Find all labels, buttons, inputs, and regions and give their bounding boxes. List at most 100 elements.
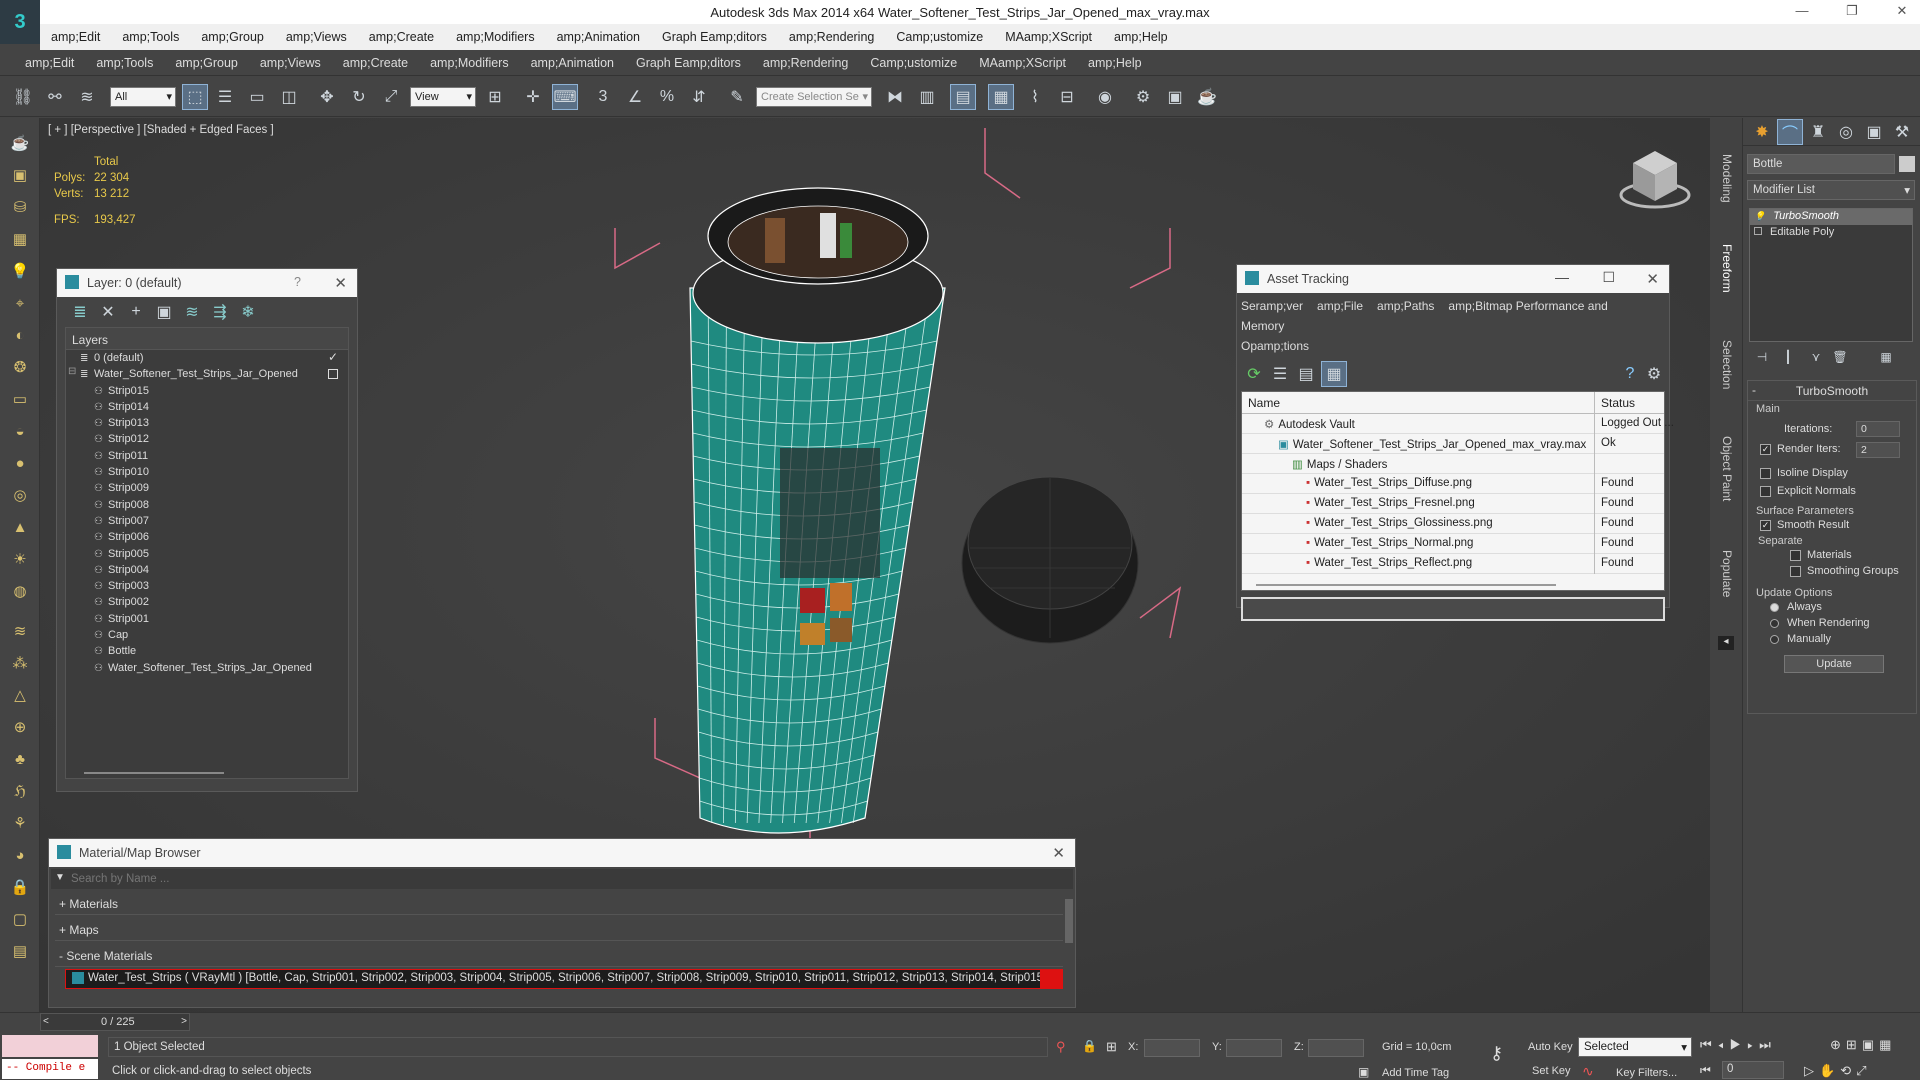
torus-icon[interactable]: ◎ xyxy=(7,482,33,508)
spacewarp-icon[interactable]: ❂ xyxy=(7,354,33,380)
next-frame-icon[interactable]: ▸ xyxy=(1747,1037,1759,1052)
lock-selection-icon[interactable]: 🔒 xyxy=(1082,1039,1097,1053)
add-selected-icon[interactable]: ▣ xyxy=(151,299,177,325)
menu1-item[interactable]: amp;Modifiers xyxy=(445,30,546,44)
object-name-field[interactable]: Bottle xyxy=(1747,154,1895,174)
menu1-item[interactable]: amp;Edit xyxy=(40,30,111,44)
maxscript-listener-mini[interactable] xyxy=(2,1035,98,1057)
select-object-icon[interactable]: ⬚ xyxy=(182,84,208,110)
asset-row[interactable]: ▪ Water_Test_Strips_Reflect.png Found xyxy=(1242,554,1664,574)
pan-icon[interactable]: ✋ xyxy=(1819,1063,1840,1078)
close-icon[interactable]: ✕ xyxy=(1052,844,1065,862)
key-mode-icon[interactable]: ∿ xyxy=(1582,1063,1594,1080)
close-icon[interactable]: ✕ xyxy=(1646,270,1659,288)
selection-filter-dropdown[interactable]: All xyxy=(110,87,176,107)
material-editor-icon[interactable]: ◉ xyxy=(1092,84,1118,110)
render-icon[interactable]: ☕ xyxy=(1194,84,1220,110)
lock-icon[interactable]: 🔒 xyxy=(7,874,33,900)
layer-row[interactable]: ≣ 0 (default) ✓ xyxy=(66,350,348,366)
window-crossing-icon[interactable]: ◫ xyxy=(276,84,302,110)
particles-icon[interactable]: ⁂ xyxy=(7,650,33,676)
viewport-label[interactable]: [ + ] [Perspective ] [Shaded + Edged Fac… xyxy=(48,124,274,136)
curve-editor-icon[interactable]: ⌇ xyxy=(1022,84,1048,110)
time-tag-icon[interactable]: ▣ xyxy=(1358,1065,1369,1079)
asset-path-field[interactable] xyxy=(1241,597,1665,621)
menu2-item[interactable]: amp;Modifiers xyxy=(419,56,520,70)
delete-icon[interactable]: ✕ xyxy=(95,299,121,325)
always-radio[interactable]: Always xyxy=(1770,601,1822,613)
list-view-icon[interactable]: ☰ xyxy=(1267,361,1293,387)
hair-fur-icon[interactable]: ℌ xyxy=(7,778,33,804)
maximize-icon[interactable]: ☐ xyxy=(1602,269,1615,286)
set-key-button[interactable]: Set Key xyxy=(1532,1065,1571,1077)
set-current-checkbox[interactable] xyxy=(328,369,338,380)
menu2-item[interactable]: amp;Help xyxy=(1077,56,1153,70)
menu1-item[interactable]: Camp;ustomize xyxy=(885,30,994,44)
menu1-item[interactable]: amp;Animation xyxy=(546,30,651,44)
asset-row[interactable]: ⚙ Autodesk Vault Logged Out ... xyxy=(1242,414,1674,434)
layer-row[interactable]: ⚇ Strip005 xyxy=(66,546,348,562)
box-icon[interactable]: ▣ xyxy=(7,162,33,188)
globe-icon[interactable]: ⊕ xyxy=(7,714,33,740)
absolute-mode-icon[interactable]: ⊞ xyxy=(1106,1039,1117,1055)
collapse-icon[interactable]: ⊟ xyxy=(68,366,76,377)
zoom-extents-icon[interactable]: ▣ xyxy=(1862,1037,1879,1052)
layer-row[interactable]: ⚇ Strip008 xyxy=(66,497,348,513)
grid-icon[interactable]: ▦ xyxy=(7,226,33,252)
menu1-item[interactable]: amp;Help xyxy=(1103,30,1179,44)
layer-row[interactable]: ⚇ Strip011 xyxy=(66,448,348,464)
select-layer-icon[interactable]: ≋ xyxy=(179,299,205,325)
percent-snap-icon[interactable]: % xyxy=(654,84,680,110)
spinner-snap-icon[interactable]: ⇵ xyxy=(686,84,712,110)
scale-icon[interactable]: ⤢ xyxy=(378,84,404,110)
minimize-icon[interactable]: — xyxy=(1555,269,1569,285)
select-manipulate-icon[interactable]: ✛ xyxy=(520,84,546,110)
y-coordinate-field[interactable] xyxy=(1226,1039,1282,1057)
isoline-display-checkbox[interactable]: Isoline Display xyxy=(1760,467,1848,479)
tab-populate[interactable]: Populate xyxy=(1720,550,1734,597)
layer-row[interactable]: ≣ Water_Softener_Test_Strips_Jar_Opened ⊟ xyxy=(66,366,348,382)
layer-row[interactable]: ⚇ Strip004 xyxy=(66,562,348,578)
plane-icon[interactable]: ▭ xyxy=(7,386,33,412)
prev-frame-icon[interactable]: < xyxy=(43,1016,49,1027)
pivot-center-icon[interactable]: ⊞ xyxy=(482,84,508,110)
asset-menu-item[interactable]: amp;File xyxy=(1317,299,1363,313)
menu1-item[interactable]: MAamp;XScript xyxy=(994,30,1103,44)
asset-tracking-titlebar[interactable]: Asset Tracking — ☐ ✕ xyxy=(1237,265,1669,293)
layer-row[interactable]: ⚇ Strip003 xyxy=(66,578,348,594)
help-icon[interactable]: ? xyxy=(294,275,301,289)
time-slider[interactable]: < 0 / 225 > xyxy=(40,1013,190,1031)
pin-stack-icon[interactable]: ⊣ xyxy=(1749,344,1775,370)
layer-row[interactable]: ⚇ Bottle xyxy=(66,643,348,659)
utilities-tab-icon[interactable]: ⚒ xyxy=(1889,119,1915,145)
named-selection-sets-dropdown[interactable]: Create Selection Se xyxy=(756,87,872,107)
mirror-icon[interactable]: ⧓ xyxy=(882,84,908,110)
manually-radio[interactable]: Manually xyxy=(1770,633,1831,645)
angle-snap-icon[interactable]: ∠ xyxy=(622,84,648,110)
column-name[interactable]: Name xyxy=(1248,396,1280,410)
play-icon[interactable]: ▶ xyxy=(1730,1037,1748,1052)
layer-row[interactable]: ⚇ Strip012 xyxy=(66,431,348,447)
zoom-extents-all-icon[interactable]: ▦ xyxy=(1879,1037,1896,1052)
unlink-icon[interactable]: ⚯ xyxy=(42,84,68,110)
display-tab-icon[interactable]: ▣ xyxy=(1861,119,1887,145)
asset-row[interactable]: ▣ Water_Softener_Test_Strips_Jar_Opened_m… xyxy=(1242,434,1664,454)
smoothing-groups-checkbox[interactable]: Smoothing Groups xyxy=(1790,565,1899,577)
key-icon[interactable]: ⚷ xyxy=(1490,1043,1503,1064)
rectangular-selection-icon[interactable]: ▭ xyxy=(244,84,270,110)
key-filters-button[interactable]: Key Filters... xyxy=(1616,1067,1677,1079)
hierarchy-tab-icon[interactable]: ♜ xyxy=(1805,119,1831,145)
materials-checkbox[interactable]: Materials xyxy=(1790,549,1852,561)
render-iters-spinner[interactable]: 2 xyxy=(1856,442,1900,458)
keyboard-shortcut-override-icon[interactable]: ⌨ xyxy=(552,84,578,110)
plant-icon[interactable]: ♣ xyxy=(7,746,33,772)
layer-row[interactable]: ⚇ Strip013 xyxy=(66,415,348,431)
menu2-item[interactable]: amp;Create xyxy=(332,56,419,70)
layer-row[interactable]: ⚇ Strip010 xyxy=(66,464,348,480)
menu2-item[interactable]: amp;Rendering xyxy=(752,56,859,70)
asset-row[interactable]: ▥ Maps / Shaders xyxy=(1242,454,1664,474)
asset-row[interactable]: ▪ Water_Test_Strips_Glossiness.png Found xyxy=(1242,514,1664,534)
auto-key-button[interactable]: Auto Key xyxy=(1528,1041,1573,1053)
thumbnail-view-icon[interactable]: ▤ xyxy=(1293,361,1319,387)
layer-manager-icon[interactable]: ▤ xyxy=(950,84,976,110)
